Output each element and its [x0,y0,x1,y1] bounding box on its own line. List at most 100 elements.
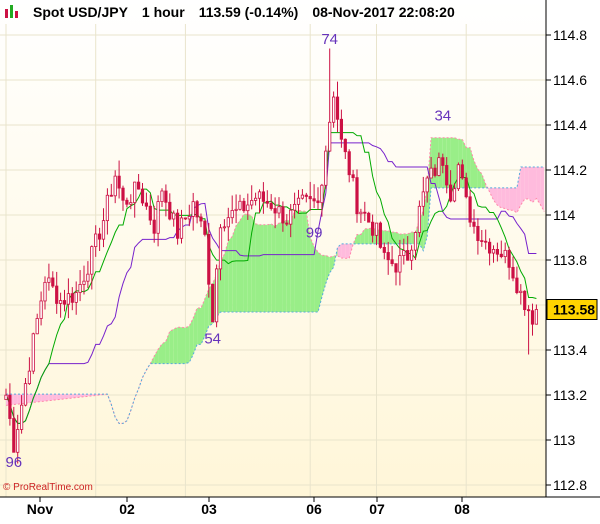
candle-body [348,152,350,175]
candle-body [79,284,81,292]
cloud-segment-bull [228,237,232,313]
candle-body [329,122,331,151]
candle-body [481,241,483,242]
candle-body [258,192,260,198]
cloud-segment-bull [185,326,189,364]
y-tick-label: 114.6 [553,72,587,88]
candle-body [75,293,77,303]
cloud-segment-bull [451,138,455,188]
cloud-segment-bull [248,214,252,312]
candle-body [407,250,409,260]
cloud-segment-bull [396,232,400,244]
cloud-segment-bear [501,188,505,209]
cloud-segment-bear [57,394,61,400]
annotation-label: 96 [5,454,22,471]
cloud-segment-bull [240,214,244,312]
cloud-segment-bear [529,167,533,202]
candle-body [364,212,366,213]
candle-body [165,191,167,202]
candle-body [56,286,58,303]
candle-body [223,227,225,228]
candle-body [254,198,256,200]
candle-body [36,318,38,333]
candle-body [340,119,342,139]
candle-body [336,97,338,119]
cloud-segment-bear [533,167,537,202]
cloud-segment-bull [287,220,291,312]
candle-body [184,218,186,219]
cloud-segment-bear [61,394,65,399]
candle-body [212,284,214,322]
candle-body [325,151,327,185]
candle-body [32,334,34,371]
chart-canvas[interactable]: 9654749934 114.8114.6114.4114.2114113.81… [0,0,600,519]
candle-body [44,282,46,301]
candle-body [321,185,323,202]
candle-body [426,178,428,192]
candle-body [282,207,284,223]
candle-body [344,139,346,151]
cloud-segment-bull [256,224,260,312]
cloud-segment-bull [384,231,388,244]
candle-body [196,202,198,217]
time-axis: Nov0203060708 [27,497,470,517]
candle-body [313,199,315,201]
cloud-segment-bull [400,234,404,244]
candle-body [126,200,128,204]
annotation-label: 54 [204,330,221,347]
candle-body [270,203,272,208]
candle-body [278,207,280,213]
cloud-segment-bull [232,226,236,312]
cloud-segment-bull [267,224,271,312]
candle-body [449,185,451,201]
y-tick-label: 114 [553,207,576,223]
cloud-segment-bear [521,167,525,205]
candle-body [504,250,506,256]
candle-body [403,250,405,255]
candle-body [243,201,245,210]
cloud-segment-bull [170,329,174,364]
candle-body [520,291,522,292]
candle-body [83,281,85,284]
candle-body [391,260,393,264]
candle-body [157,202,159,234]
cloud-segment-bear [513,188,517,213]
candle-body [524,291,526,309]
candle-body [153,220,155,233]
cloud-segment-bull [178,327,182,363]
cloud-segment-bull [291,212,295,312]
candle-body [24,384,26,406]
cloud-segment-bull [279,221,283,312]
candlestick-icon [5,5,19,19]
cloud-segment-bull [365,229,369,244]
candle-body [387,252,389,259]
candle-body [145,203,147,206]
candle-body [418,206,420,232]
candle-body [430,168,432,178]
annotation-label: 74 [321,31,338,48]
candle-body [87,274,89,281]
y-tick-label: 113 [553,432,576,448]
candle-body [399,256,401,273]
candle-body [95,234,97,247]
y-tick-label: 113.2 [553,387,587,403]
candle-body [52,278,54,286]
cloud-segment-bull [260,225,264,312]
candle-body [368,213,370,222]
candle-body [91,247,93,275]
candle-body [477,226,479,240]
cloud-segment-bear [345,244,349,258]
candle-body [137,182,139,189]
chart-area[interactable]: 9654749934 114.8114.6114.4114.2114113.81… [0,0,600,519]
candle-body [262,192,264,202]
candle-body [531,311,533,324]
candle-body [134,182,136,202]
x-tick-label: 06 [306,501,322,517]
candle-body [286,223,288,224]
cloud-segment-bear [497,188,501,208]
candle-body [395,264,397,272]
candle-body [383,247,385,252]
candle-body [251,200,253,205]
x-tick-label: 07 [369,501,385,517]
candle-body [215,269,217,322]
